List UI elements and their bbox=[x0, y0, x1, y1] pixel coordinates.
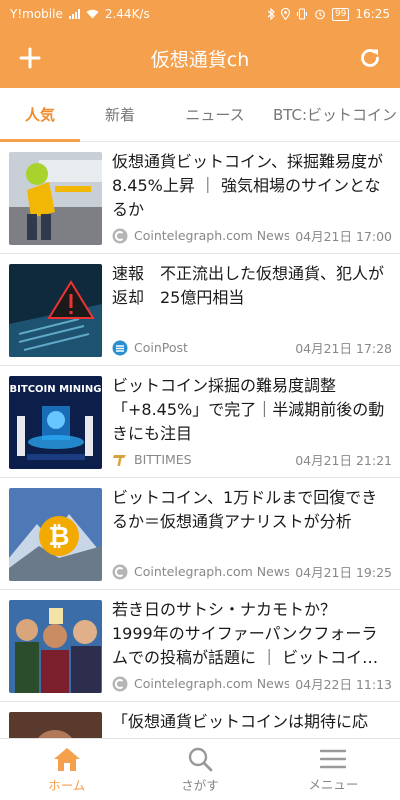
article-thumbnail: BITCOIN MINING bbox=[9, 376, 102, 469]
article-meta: BITTIMES 04月21日 21:21 bbox=[112, 450, 392, 469]
article-date: 04月21日 19:25 bbox=[295, 565, 392, 580]
article-thumbnail bbox=[9, 152, 102, 245]
refresh-icon bbox=[361, 49, 379, 67]
coinpost-icon bbox=[112, 340, 128, 355]
article-meta: Cointelegraph.com News 04月21日 19:25 bbox=[112, 562, 392, 581]
cointelegraph-icon bbox=[112, 228, 128, 243]
article-title: 「仮想通貨ビットコインは期待に応 bbox=[112, 712, 369, 731]
article-source: Cointelegraph.com News bbox=[134, 564, 290, 579]
search-icon bbox=[188, 747, 213, 771]
status-right: 99 16:25 bbox=[267, 7, 390, 21]
carrier-label: Y!mobile bbox=[10, 7, 63, 21]
article-thumbnail bbox=[9, 712, 102, 738]
home-icon bbox=[53, 747, 80, 771]
article-source: Cointelegraph.com News bbox=[134, 676, 290, 691]
article-title: 速報 不正流出した仮想通貨、犯人が返却 25億円相当 bbox=[112, 264, 385, 307]
nav-menu[interactable]: メニュー bbox=[267, 739, 400, 800]
menu-icon bbox=[320, 749, 347, 768]
app-bar: 仮想通貨ch bbox=[0, 28, 400, 88]
article-meta: Cointelegraph.com News 04月22日 11:13 bbox=[112, 674, 392, 693]
article-thumbnail bbox=[9, 264, 102, 357]
article-source: CoinPost bbox=[134, 340, 188, 355]
article-meta: Cointelegraph.com News 04月21日 17:00 bbox=[112, 226, 392, 245]
cointelegraph-icon bbox=[112, 676, 128, 691]
network-speed: 2.44K/s bbox=[104, 7, 150, 21]
nav-home-label: ホーム bbox=[48, 777, 86, 793]
battery-icon: 99 bbox=[331, 7, 350, 21]
list-item[interactable]: 「仮想通貨ビットコインは期待に応 bbox=[0, 702, 400, 738]
article-source: Cointelegraph.com News bbox=[134, 228, 290, 243]
nav-search-label: さがす bbox=[181, 777, 219, 793]
bluetooth-icon bbox=[267, 8, 275, 20]
app-title: 仮想通貨ch bbox=[150, 48, 250, 71]
article-thumbnail: ₿ bbox=[9, 488, 102, 581]
category-tabs: 人気 新着 ニュース BTC:ビットコイン bbox=[0, 88, 400, 142]
clock: 16:25 bbox=[355, 7, 390, 21]
list-item[interactable]: 速報 不正流出した仮想通貨、犯人が返却 25億円相当 CoinPost 04月2… bbox=[0, 254, 400, 366]
article-title: 仮想通貨ビットコイン、採掘難易度が8.45%上昇 ｜ 強気相場のサインとなるか bbox=[112, 152, 384, 219]
svg-text:₿: ₿ bbox=[48, 522, 69, 552]
list-item[interactable]: 仮想通貨ビットコイン、採掘難易度が8.45%上昇 ｜ 強気相場のサインとなるか … bbox=[0, 142, 400, 254]
article-source: BITTIMES bbox=[134, 452, 192, 467]
list-item[interactable]: ₿ ビットコイン、1万ドルまで回復できるか＝仮想通貨アナリストが分析 Coint… bbox=[0, 478, 400, 590]
tab-btc[interactable]: BTC:ビットコイン bbox=[270, 88, 400, 141]
article-title: ビットコイン採掘の難易度調整「+8.45%」で完了｜半減期前後の動きにも注目 bbox=[112, 376, 385, 443]
add-button[interactable] bbox=[14, 42, 46, 74]
nav-search[interactable]: さがす bbox=[133, 739, 266, 800]
nav-menu-label: メニュー bbox=[308, 776, 359, 792]
article-date: 04月21日 17:28 bbox=[295, 341, 392, 356]
cointelegraph-icon bbox=[112, 564, 128, 579]
article-thumbnail bbox=[9, 600, 102, 693]
location-icon bbox=[280, 8, 290, 20]
list-item[interactable]: BITCOIN MINING ビットコイン採掘の難易度調整「+8.45%」で完了… bbox=[0, 366, 400, 478]
article-list: 仮想通貨ビットコイン、採掘難易度が8.45%上昇 ｜ 強気相場のサインとなるか … bbox=[0, 142, 400, 738]
article-date: 04月21日 21:21 bbox=[295, 453, 392, 468]
signal-icon bbox=[68, 9, 80, 19]
alarm-icon bbox=[315, 9, 325, 20]
vibrate-icon bbox=[296, 8, 308, 20]
refresh-button[interactable] bbox=[354, 42, 386, 74]
article-meta: CoinPost 04月21日 17:28 bbox=[112, 338, 392, 357]
article-date: 04月22日 11:13 bbox=[295, 677, 392, 692]
article-title: 若き日のサトシ・ナカモトか？ 1999年のサイファーパンクフォーラムでの投稿が話… bbox=[112, 600, 379, 667]
article-date: 04月21日 17:00 bbox=[295, 229, 392, 244]
status-bar: Y!mobile 2.44K/s 99 16:25 bbox=[0, 0, 400, 28]
tab-new[interactable]: 新着 bbox=[80, 88, 160, 141]
bittimes-icon bbox=[113, 454, 126, 466]
plus-icon bbox=[19, 47, 41, 69]
thumbnail-caption: BITCOIN MINING bbox=[10, 384, 102, 395]
article-title: ビットコイン、1万ドルまで回復できるか＝仮想通貨アナリストが分析 bbox=[112, 488, 378, 531]
nav-home[interactable]: ホーム bbox=[0, 739, 133, 800]
tab-news[interactable]: ニュース bbox=[160, 88, 270, 141]
bottom-navigation: ホーム さがす メニュー bbox=[0, 738, 400, 800]
list-item[interactable]: 若き日のサトシ・ナカモトか？ 1999年のサイファーパンクフォーラムでの投稿が話… bbox=[0, 590, 400, 702]
tab-popular[interactable]: 人気 bbox=[0, 88, 80, 142]
wifi-icon bbox=[86, 9, 99, 19]
status-left: Y!mobile 2.44K/s bbox=[10, 7, 150, 21]
